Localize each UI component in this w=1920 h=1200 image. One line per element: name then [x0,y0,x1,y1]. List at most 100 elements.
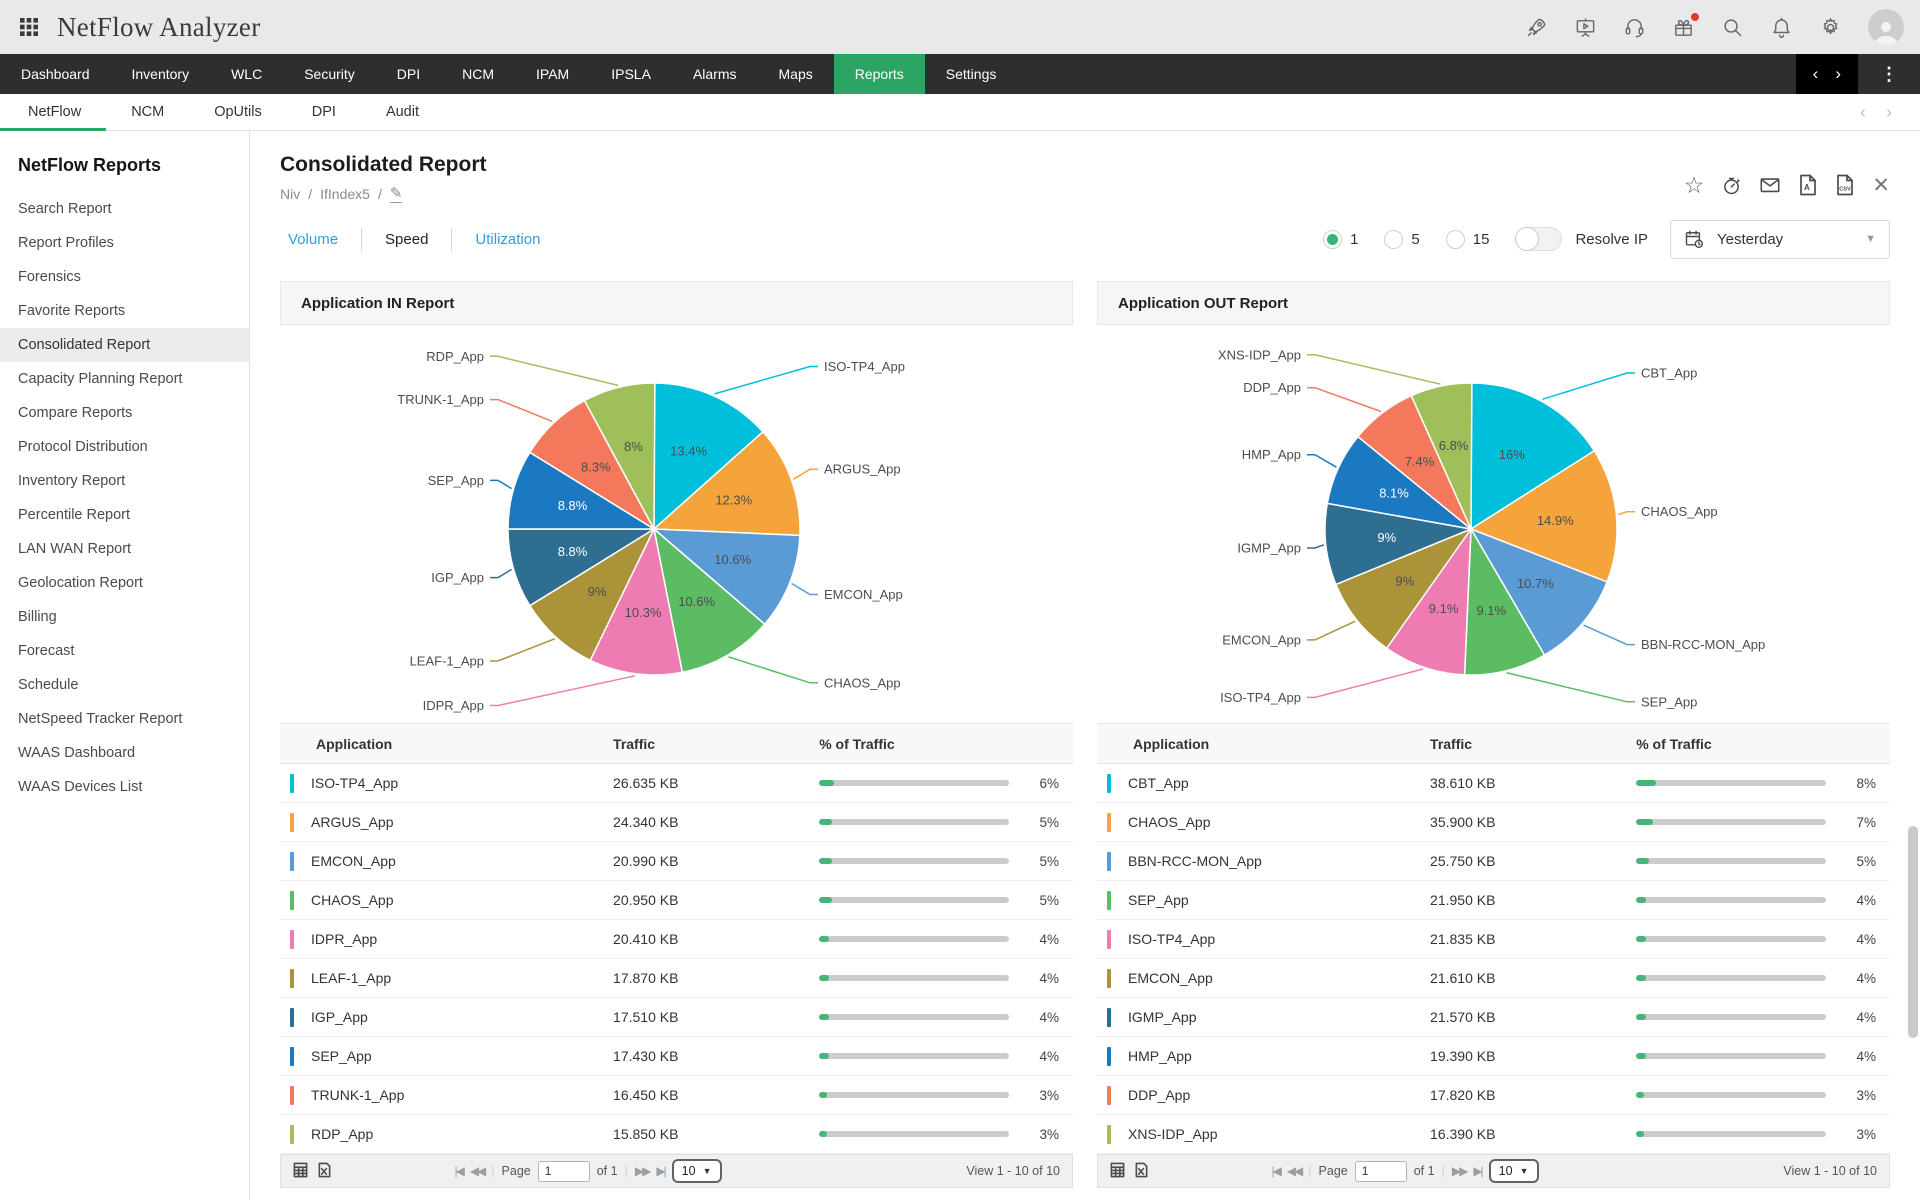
main-nav-dpi[interactable]: DPI [376,54,441,94]
main-nav-inventory[interactable]: Inventory [111,54,211,94]
gift-icon[interactable] [1672,12,1699,39]
metric-tab-volume[interactable]: Volume [280,227,363,251]
sub-nav-netflow[interactable]: NetFlow [0,94,107,131]
excel-export-icon[interactable] [1134,1162,1149,1181]
interval-radio-1[interactable] [1323,229,1343,249]
favorite-star-icon[interactable]: ☆ [1684,172,1705,199]
avatar[interactable] [1868,9,1904,45]
select-caret-icon: ▼ [702,1166,712,1176]
sub-nav-dpi[interactable]: DPI [287,94,361,130]
sidebar-item-inventory-report[interactable]: Inventory Report [0,464,249,498]
page-scrollbar[interactable] [1908,826,1918,1038]
sidebar-item-schedule[interactable]: Schedule [0,668,249,702]
report-table-icon[interactable] [1110,1162,1125,1181]
main-nav-dashboard[interactable]: Dashboard [0,54,111,94]
breadcrumb-interface[interactable]: IfIndex5 [320,186,370,202]
report-table-icon[interactable] [293,1162,308,1181]
nav-next-chevron-icon[interactable]: › [1835,64,1841,84]
kebab-menu-icon[interactable]: ⋮ [1858,54,1920,94]
sidebar-item-geolocation-report[interactable]: Geolocation Report [0,566,249,600]
traffic-percent-fill [1636,936,1647,942]
page-size-select[interactable]: 10 ▼ [671,1159,722,1183]
traffic-value-cell: 17.870 KB [613,970,679,986]
pdf-export-icon[interactable]: A [1798,174,1818,196]
traffic-percent-bar [1636,897,1826,903]
app-name-cell: ISO-TP4_App [1128,931,1216,947]
main-nav-settings[interactable]: Settings [925,54,1018,94]
main-nav-alarms[interactable]: Alarms [672,54,758,94]
main-nav-ipsla[interactable]: IPSLA [590,54,672,94]
subnav-next-chevron-icon[interactable]: › [1886,102,1892,123]
table-row-chaos-app: CHAOS_App 35.900 KB 7% [1097,803,1890,842]
app-name-cell: SEP_App [1128,892,1189,908]
csv-export-icon[interactable]: CSV [1835,174,1855,196]
date-range-selector[interactable]: Yesterday ▼ [1670,219,1890,259]
search-icon[interactable] [1721,16,1744,39]
main-nav-maps[interactable]: Maps [758,54,834,94]
traffic-percent-bar [1636,1053,1826,1059]
prev-page-icon[interactable]: ◀◀ [470,1164,487,1178]
sub-nav-ncm[interactable]: NCM [106,94,189,130]
notification-dot [1691,12,1699,21]
page-number-input[interactable] [537,1160,590,1182]
presentation-icon[interactable] [1574,16,1597,39]
edit-pencil-icon[interactable]: ✎ [389,184,403,203]
page-size-select[interactable]: 10 ▼ [1488,1159,1539,1183]
nav-prev-chevron-icon[interactable]: ‹ [1813,64,1819,84]
sidebar-item-search-report[interactable]: Search Report [0,192,249,226]
traffic-percent-label: 8% [1856,775,1876,791]
sidebar-item-compare-reports[interactable]: Compare Reports [0,396,249,430]
email-icon[interactable] [1759,174,1781,196]
last-page-icon[interactable]: ▶| [1473,1164,1483,1178]
sidebar-item-waas-devices-list[interactable]: WAAS Devices List [0,770,249,804]
sidebar-item-percentile-report[interactable]: Percentile Report [0,498,249,532]
page-of-text: of 1 [596,1164,618,1178]
interval-radio-15[interactable] [1445,229,1465,249]
sub-nav-audit[interactable]: Audit [361,94,444,130]
main-nav-ipam[interactable]: IPAM [515,54,590,94]
main-nav-security[interactable]: Security [283,54,376,94]
first-page-icon[interactable]: |◀ [454,1164,464,1178]
breadcrumb-device[interactable]: Niv [280,186,300,202]
sidebar-item-waas-dashboard[interactable]: WAAS Dashboard [0,736,249,770]
last-page-icon[interactable]: ▶| [656,1164,666,1178]
sidebar-item-favorite-reports[interactable]: Favorite Reports [0,294,249,328]
close-icon[interactable]: ✕ [1872,173,1890,198]
sub-nav-oputils[interactable]: OpUtils [189,94,287,130]
sidebar-item-consolidated-report[interactable]: Consolidated Report [0,328,249,362]
next-page-icon[interactable]: ▶▶ [1452,1164,1469,1178]
sidebar-item-lan-wan-report[interactable]: LAN WAN Report [0,532,249,566]
history-timer-icon[interactable] [1721,175,1742,196]
excel-export-icon[interactable] [317,1162,332,1181]
next-page-icon[interactable]: ▶▶ [635,1164,652,1178]
app-name-cell: BBN-RCC-MON_App [1128,853,1262,869]
interval-radio-5[interactable] [1384,229,1404,249]
apps-grid-icon[interactable] [18,16,40,38]
main-nav-ncm[interactable]: NCM [441,54,515,94]
bell-icon[interactable] [1770,16,1793,39]
resolve-ip-toggle[interactable] [1515,227,1563,251]
main-nav-reports[interactable]: Reports [833,54,925,94]
prev-page-icon[interactable]: ◀◀ [1287,1164,1304,1178]
sidebar-item-billing[interactable]: Billing [0,600,249,634]
app-name-cell: TRUNK-1_App [311,1087,405,1103]
sidebar-item-capacity-planning-report[interactable]: Capacity Planning Report [0,362,249,396]
table-row-igp-app: IGP_App 17.510 KB 4% [280,998,1073,1037]
percent-bar-cell: 3% [819,1088,1073,1103]
rocket-icon[interactable] [1525,16,1548,39]
sidebar-item-report-profiles[interactable]: Report Profiles [0,226,249,260]
metric-tab-speed[interactable]: Speed [362,227,453,251]
date-range-value: Yesterday [1717,230,1784,248]
subnav-prev-chevron-icon[interactable]: ‹ [1860,102,1866,123]
page-number-input[interactable] [1354,1160,1407,1182]
first-page-icon[interactable]: |◀ [1271,1164,1281,1178]
sidebar-item-protocol-distribution[interactable]: Protocol Distribution [0,430,249,464]
main-nav-wlc[interactable]: WLC [210,54,283,94]
pie-slice-label-trunk-1-app: TRUNK-1_App [397,392,484,407]
headset-icon[interactable] [1623,16,1646,39]
gear-icon[interactable] [1819,16,1842,39]
sidebar-item-forecast[interactable]: Forecast [0,634,249,668]
metric-tab-utilization[interactable]: Utilization [452,228,563,251]
sidebar-item-forensics[interactable]: Forensics [0,260,249,294]
sidebar-item-netspeed-tracker-report[interactable]: NetSpeed Tracker Report [0,702,249,736]
